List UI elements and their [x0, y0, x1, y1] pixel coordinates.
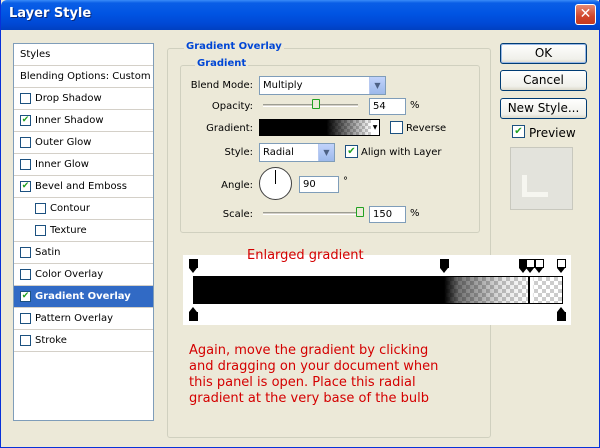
preview-checkbox[interactable]: ✔ [512, 125, 525, 138]
align-with-layer-checkbox[interactable]: ✔ [345, 145, 358, 158]
gradient-label: Gradient: [206, 123, 253, 134]
style-label: Style: [224, 147, 254, 158]
gradient-midpoint-line [528, 277, 530, 303]
title-bar[interactable]: Layer Style ✕ [1, 0, 600, 30]
color-stop[interactable] [557, 307, 566, 321]
style-item-outer-glow[interactable]: Outer Glow [14, 132, 153, 154]
opacity-input[interactable]: 54 [369, 98, 406, 115]
cancel-button[interactable]: Cancel [500, 70, 587, 91]
checkbox[interactable] [20, 93, 31, 104]
blend-mode-select[interactable]: Multiply ▼ [259, 76, 386, 95]
opacity-stop[interactable] [557, 259, 566, 273]
style-item-inner-glow[interactable]: Inner Glow [14, 154, 153, 176]
style-item-drop-shadow[interactable]: Drop Shadow [14, 88, 153, 110]
preview-label: Preview [529, 126, 576, 140]
scale-slider[interactable] [263, 212, 363, 215]
style-item-stroke[interactable]: Stroke [14, 330, 153, 352]
scale-unit: % [410, 208, 420, 219]
new-style-button[interactable]: New Style... [500, 98, 587, 119]
gradient-subgroup-title: Gradient [195, 58, 249, 69]
align-with-layer-label: Align with Layer [361, 147, 442, 158]
chevron-down-icon[interactable]: ▼ [318, 144, 334, 161]
checkbox[interactable] [35, 225, 46, 236]
checkbox[interactable] [20, 335, 31, 346]
checkbox[interactable] [35, 203, 46, 214]
angle-input[interactable]: 90 [299, 176, 339, 193]
checkbox[interactable] [20, 137, 31, 148]
preview-thumbnail [522, 175, 548, 197]
scale-slider-handle[interactable] [356, 207, 364, 217]
blend-mode-label: Blend Mode: [190, 80, 253, 91]
scale-label: Scale: [222, 209, 253, 220]
angle-unit: ° [343, 176, 348, 187]
style-item-color-overlay[interactable]: Color Overlay [14, 264, 153, 286]
angle-dial[interactable] [259, 167, 292, 200]
chevron-down-icon[interactable]: ▼ [369, 77, 385, 94]
enlarged-gradient-bar[interactable] [193, 276, 563, 304]
scale-input[interactable]: 150 [369, 206, 406, 223]
annotation-title: Enlarged gradient [247, 248, 364, 263]
opacity-slider-handle[interactable] [312, 99, 320, 109]
style-item-contour[interactable]: Contour [14, 198, 153, 220]
style-select[interactable]: Radial ▼ [259, 143, 335, 162]
blending-options-item[interactable]: Blending Options: Custom [14, 66, 153, 88]
reverse-checkbox[interactable] [390, 121, 403, 134]
angle-label: Angle: [221, 180, 253, 191]
style-preview-swatch [510, 147, 573, 210]
layer-style-dialog: Layer Style ✕ Styles Blending Options: C… [0, 0, 600, 448]
gradient-picker-swatch[interactable] [259, 119, 372, 136]
window-title: Layer Style [9, 6, 92, 21]
opacity-stop[interactable] [440, 259, 449, 273]
gradient-overlay-title: Gradient Overlay [184, 41, 284, 52]
style-item-texture[interactable]: Texture [14, 220, 153, 242]
opacity-slider[interactable] [263, 104, 358, 107]
checkbox-checked[interactable]: ✔ [20, 115, 31, 126]
opacity-stop[interactable] [535, 259, 544, 273]
opacity-stop[interactable] [189, 259, 198, 273]
checkbox-checked[interactable]: ✔ [20, 181, 31, 192]
checkbox[interactable] [20, 159, 31, 170]
checkbox[interactable] [20, 269, 31, 280]
angle-needle [275, 170, 276, 184]
chevron-down-icon[interactable]: ▼ [371, 119, 380, 136]
opacity-stop[interactable] [526, 259, 535, 273]
style-item-gradient-overlay[interactable]: ✔ Gradient Overlay [14, 286, 153, 308]
ok-button[interactable]: OK [500, 43, 587, 64]
style-item-bevel-emboss[interactable]: ✔ Bevel and Emboss [14, 176, 153, 198]
close-icon[interactable]: ✕ [575, 4, 596, 25]
annotation-text: Again, move the gradient by clicking and… [189, 343, 439, 406]
style-item-satin[interactable]: Satin [14, 242, 153, 264]
opacity-label: Opacity: [211, 101, 253, 112]
style-item-pattern-overlay[interactable]: Pattern Overlay [14, 308, 153, 330]
checkbox[interactable] [20, 313, 31, 324]
checkbox[interactable] [20, 247, 31, 258]
reverse-label: Reverse [406, 123, 447, 134]
styles-list: Styles Blending Options: Custom Drop Sha… [13, 43, 154, 421]
checkbox-checked[interactable]: ✔ [20, 291, 31, 302]
styles-header[interactable]: Styles [14, 44, 153, 66]
style-item-inner-shadow[interactable]: ✔ Inner Shadow [14, 110, 153, 132]
color-stop[interactable] [189, 307, 198, 321]
opacity-unit: % [410, 100, 420, 111]
